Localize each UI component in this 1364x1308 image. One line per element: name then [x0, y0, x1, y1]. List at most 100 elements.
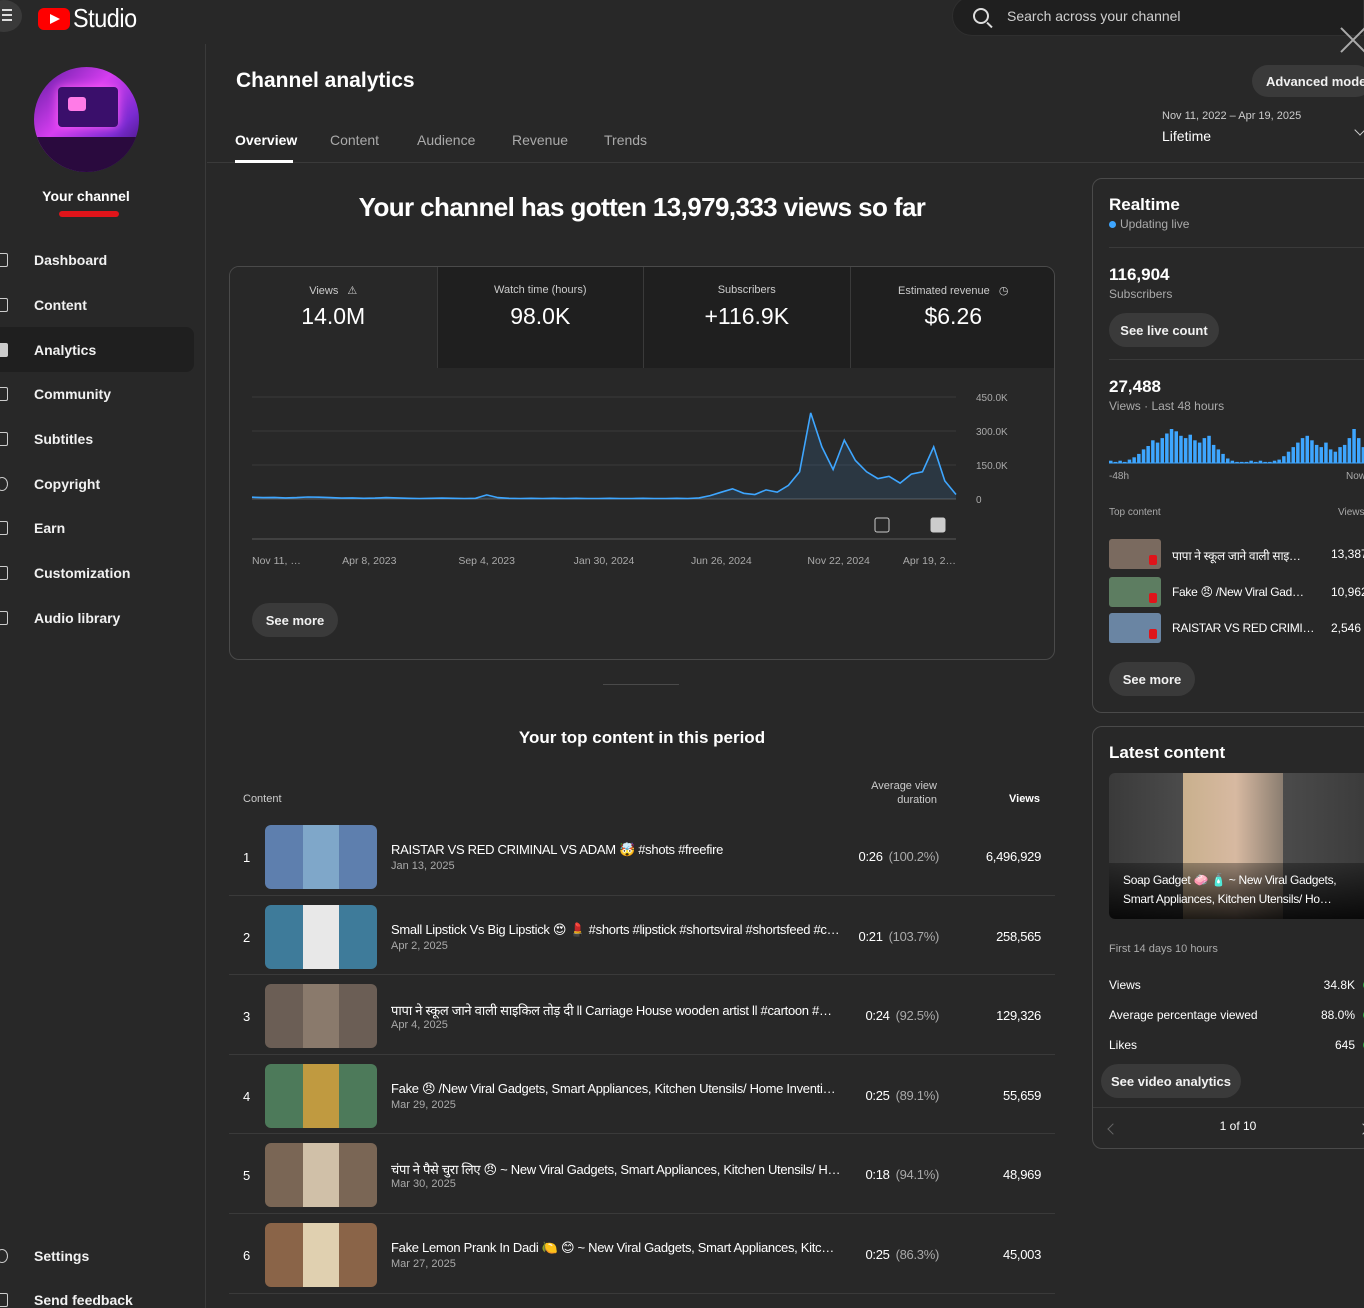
- realtime-bar[interactable]: [1137, 453, 1141, 463]
- realtime-bar[interactable]: [1197, 442, 1202, 463]
- realtime-see-more-button[interactable]: See more: [1109, 662, 1195, 696]
- sidebar-item-settings[interactable]: Settings: [0, 1234, 206, 1278]
- realtime-bar[interactable]: [1338, 447, 1342, 463]
- metric-estimated-revenue[interactable]: Estimated revenue ◷ $6.26: [849, 267, 1054, 368]
- table-row[interactable]: 3 पापा ने स्कूल जाने वाली साइकिल तोड़ दी …: [229, 975, 1055, 1055]
- sidebar-item-community[interactable]: Community: [0, 372, 206, 417]
- views-line-chart[interactable]: 450.0K 300.0K 150.0K 0 Nov 11, … Apr 8, 2023 S…: [230, 377, 1055, 587]
- realtime-bar[interactable]: [1169, 429, 1174, 463]
- realtime-bar[interactable]: [1155, 442, 1160, 463]
- upload-marker-icon[interactable]: [874, 517, 890, 533]
- realtime-bar-chart[interactable]: [1109, 425, 1364, 465]
- search-icon[interactable]: [973, 8, 989, 24]
- realtime-bar[interactable]: [1207, 435, 1211, 463]
- video-title[interactable]: पापा ने स्कूल जाने वाली साइकिल तोड़ दी l…: [391, 1001, 841, 1019]
- realtime-bar[interactable]: [1258, 460, 1263, 463]
- video-thumbnail[interactable]: [265, 825, 377, 889]
- realtime-bar[interactable]: [1179, 435, 1183, 463]
- realtime-bar[interactable]: [1160, 438, 1165, 463]
- metric-watch-time[interactable]: Watch time (hours) 98.0K: [436, 267, 643, 368]
- see-video-analytics-button[interactable]: See video analytics: [1101, 1064, 1241, 1098]
- realtime-top-item[interactable]: पापा ने स्कूल जाने वाली साइ… 13,387: [1109, 539, 1364, 569]
- sidebar-item-earn[interactable]: Earn: [0, 506, 206, 551]
- table-row[interactable]: 4 Fake 😠 /New Viral Gadgets, Smart Applia…: [229, 1055, 1055, 1135]
- realtime-bar[interactable]: [1305, 435, 1310, 463]
- realtime-bar[interactable]: [1249, 460, 1253, 463]
- realtime-top-item[interactable]: RAISTAR VS RED CRIMIN… 2,546: [1109, 613, 1364, 643]
- sidebar-item-analytics[interactable]: Analytics: [0, 327, 194, 373]
- date-period-label[interactable]: Lifetime: [1162, 128, 1211, 144]
- sidebar-item-customization[interactable]: Customization: [0, 551, 206, 596]
- realtime-bar[interactable]: [1263, 461, 1267, 463]
- column-header-views[interactable]: Views: [967, 793, 1040, 805]
- realtime-bar[interactable]: [1347, 438, 1352, 463]
- video-title[interactable]: Fake 😠 /New Viral Gadgets, Smart Applian…: [391, 1081, 841, 1097]
- realtime-bar[interactable]: [1174, 431, 1179, 463]
- video-title[interactable]: चंपा ने पैसे चुरा लिए 😠 ~ New Viral Gadg…: [391, 1160, 841, 1178]
- realtime-bar[interactable]: [1118, 460, 1122, 463]
- realtime-bar[interactable]: [1357, 438, 1361, 463]
- realtime-bar[interactable]: [1216, 449, 1221, 463]
- realtime-bar[interactable]: [1324, 442, 1328, 463]
- menu-icon[interactable]: [0, 0, 22, 32]
- realtime-bar[interactable]: [1221, 453, 1225, 463]
- tab-overview[interactable]: Overview: [235, 132, 297, 148]
- realtime-bar[interactable]: [1310, 440, 1314, 463]
- realtime-bar[interactable]: [1230, 460, 1235, 463]
- sidebar-item-content[interactable]: Content: [0, 283, 206, 328]
- realtime-bar[interactable]: [1277, 459, 1281, 463]
- realtime-bar[interactable]: [1165, 433, 1169, 464]
- see-more-button[interactable]: See more: [252, 603, 338, 637]
- latest-video-thumbnail[interactable]: Soap Gadget 🧼 🧴 ~ New Viral Gadgets, Sma…: [1109, 773, 1364, 919]
- table-row[interactable]: 2 Small Lipstick Vs Big Lipstick 😍 💄 #sho…: [229, 896, 1055, 976]
- video-thumbnail[interactable]: [265, 984, 377, 1049]
- realtime-bar[interactable]: [1141, 449, 1146, 463]
- realtime-bar[interactable]: [1113, 461, 1118, 463]
- table-row[interactable]: 6 Fake Lemon Prank In Dadi 🍋 😊 ~ New Vira…: [229, 1214, 1055, 1294]
- table-row[interactable]: 1 RAISTAR VS RED CRIMINAL VS ADAM 🤯 #shot…: [229, 816, 1055, 896]
- chevron-left-icon[interactable]: [1107, 1123, 1119, 1135]
- realtime-bar[interactable]: [1235, 461, 1239, 463]
- sidebar-item-dashboard[interactable]: Dashboard: [0, 238, 206, 283]
- realtime-bar[interactable]: [1291, 447, 1296, 463]
- realtime-bar[interactable]: [1296, 442, 1300, 463]
- sidebar-item-subtitles[interactable]: Subtitles: [0, 417, 206, 462]
- date-range[interactable]: Nov 11, 2022 – Apr 19, 2025: [1162, 110, 1301, 122]
- advanced-mode-button[interactable]: Advanced mode: [1252, 65, 1364, 97]
- sidebar-item-send-feedback[interactable]: Send feedback: [0, 1278, 206, 1308]
- video-thumbnail[interactable]: [265, 1143, 377, 1208]
- realtime-bar[interactable]: [1282, 456, 1286, 463]
- tab-content[interactable]: Content: [330, 132, 379, 148]
- realtime-bar[interactable]: [1244, 461, 1249, 463]
- video-thumbnail[interactable]: [265, 1222, 377, 1287]
- realtime-bar[interactable]: [1314, 444, 1319, 463]
- column-header-avd[interactable]: Average view duration: [857, 779, 937, 807]
- realtime-bar[interactable]: [1333, 451, 1338, 463]
- realtime-bar[interactable]: [1328, 449, 1333, 463]
- video-thumbnail[interactable]: [265, 904, 377, 969]
- realtime-bar[interactable]: [1272, 460, 1277, 463]
- chevron-right-icon[interactable]: [1357, 1123, 1364, 1135]
- realtime-bar[interactable]: [1151, 440, 1155, 463]
- realtime-bar[interactable]: [1123, 461, 1127, 463]
- video-marker-icon[interactable]: [930, 517, 946, 533]
- realtime-bar[interactable]: [1268, 461, 1272, 463]
- realtime-bar[interactable]: [1132, 457, 1136, 463]
- tab-revenue[interactable]: Revenue: [512, 132, 568, 148]
- search-bar[interactable]: Search across your channel: [952, 0, 1364, 36]
- tab-trends[interactable]: Trends: [604, 132, 647, 148]
- realtime-bar[interactable]: [1286, 451, 1291, 463]
- studio-logo[interactable]: Studio: [38, 3, 144, 34]
- see-live-count-button[interactable]: See live count: [1109, 313, 1219, 347]
- realtime-bar[interactable]: [1183, 438, 1188, 463]
- table-row[interactable]: 5 चंपा ने पैसे चुरा लिए 😠 ~ New Viral Gad…: [229, 1134, 1055, 1214]
- realtime-bar[interactable]: [1342, 444, 1347, 463]
- realtime-bar[interactable]: [1319, 447, 1324, 463]
- realtime-bar[interactable]: [1188, 434, 1193, 463]
- tab-audience[interactable]: Audience: [417, 132, 475, 148]
- video-title[interactable]: RAISTAR VS RED CRIMINAL VS ADAM 🤯 #shots…: [391, 842, 841, 858]
- sidebar-item-audio-library[interactable]: Audio library: [0, 596, 206, 641]
- metric-subscribers[interactable]: Subscribers +116.9K: [643, 267, 850, 368]
- video-title[interactable]: Fake Lemon Prank In Dadi 🍋 😊 ~ New Viral…: [391, 1240, 841, 1256]
- realtime-bar[interactable]: [1146, 446, 1150, 463]
